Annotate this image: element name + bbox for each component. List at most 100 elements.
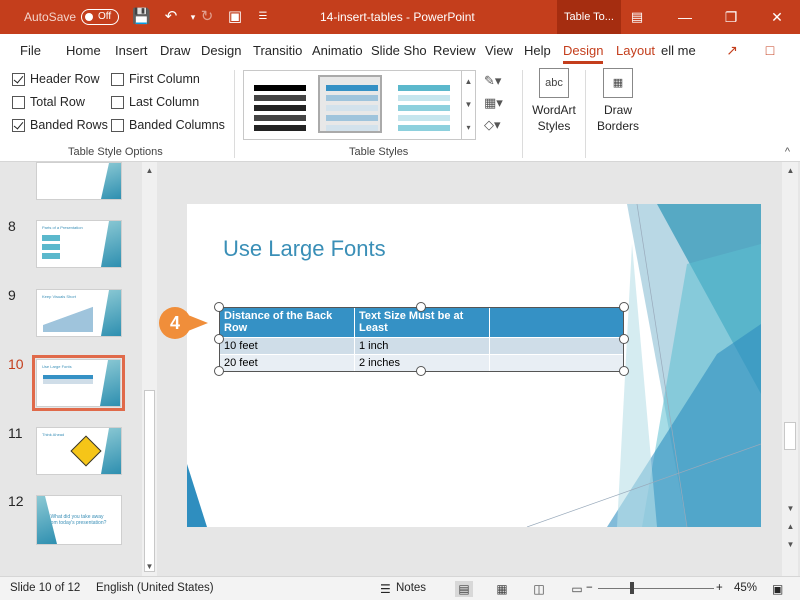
- table-style-medium-blue[interactable]: [318, 75, 382, 133]
- table-styles-gallery: ▲ ▼ ▾: [243, 70, 476, 140]
- step-callout: 4: [159, 307, 191, 339]
- zoom-out-icon[interactable]: −: [586, 582, 593, 594]
- table-cell[interactable]: [489, 354, 623, 371]
- redo-icon[interactable]: ↻: [198, 8, 216, 26]
- tab-view[interactable]: View: [485, 43, 513, 58]
- table-header-cell[interactable]: Distance of the Back Row: [220, 308, 354, 337]
- last-column-checkbox[interactable]: Last Column: [111, 95, 199, 109]
- tab-animations[interactable]: Animatio: [312, 43, 363, 58]
- table-cell[interactable]: [489, 337, 623, 354]
- tab-design[interactable]: Design: [201, 43, 241, 58]
- resize-handle[interactable]: [416, 366, 426, 376]
- table-style-light-teal[interactable]: [392, 75, 456, 133]
- notes-button[interactable]: Notes: [396, 582, 426, 594]
- previous-slide-arrow[interactable]: ▲: [783, 520, 798, 534]
- table-cell[interactable]: 10 feet: [220, 337, 354, 354]
- notes-icon[interactable]: ☰: [380, 582, 391, 596]
- zoom-slider-thumb[interactable]: [630, 582, 634, 594]
- editor-scrollbar[interactable]: ▲ ▼ ▲ ▼: [782, 162, 798, 576]
- slide-sorter-icon[interactable]: ▦: [493, 581, 511, 597]
- slide-thumbnail-11[interactable]: Think Ahead: [36, 427, 122, 475]
- shading-icon[interactable]: ✎▾: [484, 70, 514, 92]
- customize-toolbar-icon[interactable]: ☰: [254, 8, 272, 26]
- tab-home[interactable]: Home: [66, 43, 101, 58]
- table-tools-context: Table To...: [557, 0, 621, 34]
- scroll-up-arrow[interactable]: ▲: [142, 164, 157, 178]
- restore-button[interactable]: ❐: [708, 0, 754, 34]
- slide-thumbnail-pane: 8 Parts of a Presentation 9 Keep Visuals…: [0, 162, 162, 576]
- reading-view-icon[interactable]: ◫: [530, 581, 548, 597]
- tab-table-design[interactable]: Design: [563, 43, 604, 64]
- table-cell[interactable]: 20 feet: [220, 354, 354, 371]
- resize-handle[interactable]: [214, 366, 224, 376]
- scroll-up-arrow[interactable]: ▲: [783, 164, 798, 178]
- table-style-dark[interactable]: [248, 75, 312, 133]
- resize-handle[interactable]: [619, 334, 629, 344]
- banded-rows-checkbox[interactable]: Banded Rows: [12, 118, 108, 132]
- slide-show-icon[interactable]: ▭: [568, 581, 586, 597]
- tab-draw[interactable]: Draw: [160, 43, 190, 58]
- undo-icon[interactable]: ↶: [162, 8, 180, 26]
- normal-view-icon[interactable]: ▤: [455, 581, 473, 597]
- zoom-slider[interactable]: [598, 588, 714, 589]
- table-header-cell[interactable]: Text Size Must be at Least: [354, 308, 489, 337]
- slide-number: 10: [8, 356, 24, 372]
- slide-thumbnail-10[interactable]: Use Large Fonts: [36, 359, 121, 407]
- slide-counter[interactable]: Slide 10 of 12: [10, 582, 80, 594]
- slide-number: 12: [8, 493, 24, 509]
- comments-icon[interactable]: □: [758, 40, 782, 60]
- present-icon[interactable]: ▣: [226, 8, 244, 26]
- close-button[interactable]: ✕: [754, 0, 800, 34]
- tab-slide-show[interactable]: Slide Sho: [371, 43, 427, 58]
- tab-file[interactable]: File: [20, 43, 41, 58]
- scroll-down-arrow[interactable]: ▼: [783, 502, 798, 516]
- gallery-more-arrow[interactable]: ▾: [461, 117, 475, 140]
- total-row-checkbox[interactable]: Total Row: [12, 95, 85, 109]
- header-row-checkbox[interactable]: Header Row: [12, 72, 99, 86]
- slide-thumbnail-12[interactable]: What did you take away from today's pres…: [36, 495, 122, 545]
- draw-borders-button[interactable]: ▦ Draw Borders: [590, 68, 646, 134]
- slide-thumbnail-9[interactable]: Keep Visuals Short: [36, 289, 122, 337]
- warning-sign-icon: [70, 435, 102, 467]
- slide-thumbnail-7[interactable]: [36, 162, 122, 200]
- slide-thumbnail-8[interactable]: Parts of a Presentation: [36, 220, 122, 268]
- gallery-up-arrow[interactable]: ▲: [461, 71, 475, 94]
- table-header-cell[interactable]: [489, 308, 623, 337]
- slide-title[interactable]: Use Large Fonts: [223, 236, 386, 262]
- resize-handle[interactable]: [619, 366, 629, 376]
- resize-handle[interactable]: [416, 302, 426, 312]
- minimize-button[interactable]: —: [662, 0, 708, 34]
- ribbon-display-icon[interactable]: ▤: [628, 8, 646, 26]
- resize-handle[interactable]: [619, 302, 629, 312]
- collapse-ribbon-icon[interactable]: ^: [785, 146, 790, 158]
- tab-insert[interactable]: Insert: [115, 43, 148, 58]
- thumbnail-scrollbar[interactable]: ▲ ▼: [142, 162, 157, 576]
- tab-table-layout[interactable]: Layout: [616, 43, 655, 58]
- borders-icon[interactable]: ▦▾: [484, 92, 514, 114]
- tab-help[interactable]: Help: [524, 43, 551, 58]
- zoom-level[interactable]: 45%: [734, 582, 757, 594]
- slide-table[interactable]: Distance of the Back Row Text Size Must …: [219, 307, 624, 372]
- next-slide-arrow[interactable]: ▼: [783, 538, 798, 552]
- share-icon[interactable]: ↗: [720, 40, 744, 60]
- language-indicator[interactable]: English (United States): [96, 582, 214, 594]
- save-icon[interactable]: 💾: [132, 8, 151, 26]
- tab-review[interactable]: Review: [433, 43, 476, 58]
- resize-handle[interactable]: [214, 302, 224, 312]
- effects-icon[interactable]: ◇▾: [484, 114, 514, 136]
- banded-columns-checkbox[interactable]: Banded Columns: [111, 118, 225, 132]
- first-column-checkbox[interactable]: First Column: [111, 72, 200, 86]
- slide-number: 8: [8, 218, 16, 234]
- gallery-down-arrow[interactable]: ▼: [461, 94, 475, 117]
- scroll-down-arrow[interactable]: ▼: [142, 560, 157, 574]
- tab-transitions[interactable]: Transitio: [253, 43, 302, 58]
- fit-to-window-icon[interactable]: ▣: [772, 582, 783, 596]
- resize-handle[interactable]: [214, 334, 224, 344]
- zoom-in-icon[interactable]: +: [716, 582, 723, 594]
- callout-pointer: [188, 315, 208, 331]
- wordart-styles-button[interactable]: abc WordArt Styles: [526, 68, 582, 134]
- document-title: 14-insert-tables - PowerPoint: [320, 10, 475, 24]
- table-cell[interactable]: 1 inch: [354, 337, 489, 354]
- tell-me-search[interactable]: ell me: [661, 43, 696, 58]
- autosave-toggle[interactable]: Off: [81, 9, 119, 25]
